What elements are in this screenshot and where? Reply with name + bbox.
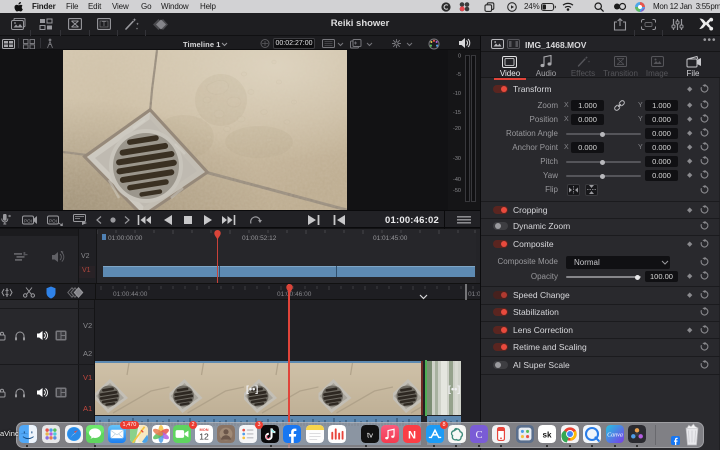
svg-text:tv: tv bbox=[367, 430, 373, 439]
svg-text:C: C bbox=[476, 430, 483, 441]
svg-text:sk: sk bbox=[542, 430, 552, 439]
svg-text:12: 12 bbox=[199, 432, 209, 442]
svg-text:Canva: Canva bbox=[607, 433, 623, 439]
svg-text:N: N bbox=[408, 429, 416, 441]
